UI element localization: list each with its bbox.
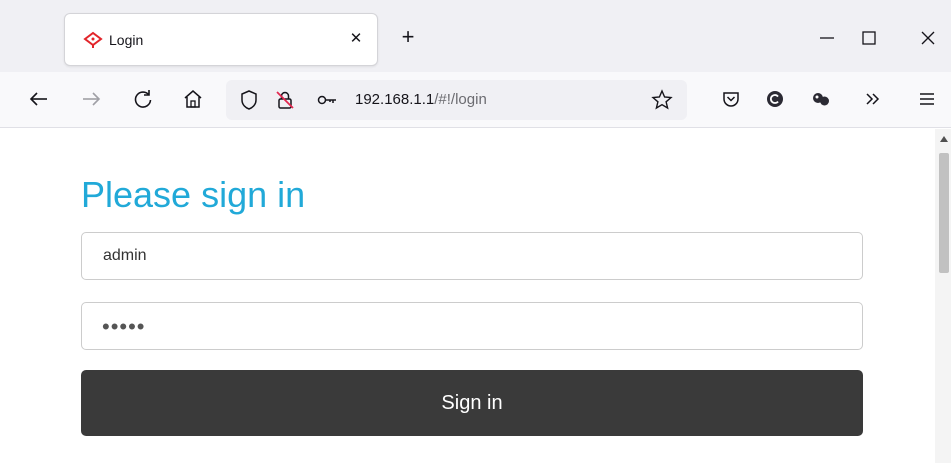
scroll-up-arrow-icon[interactable] (940, 136, 948, 142)
new-tab-icon[interactable]: + (397, 26, 419, 48)
extension-blob-icon[interactable] (808, 86, 834, 112)
insecure-lock-icon[interactable] (274, 89, 296, 111)
maximize-window-icon[interactable] (857, 26, 881, 50)
reload-icon[interactable] (130, 86, 156, 112)
tracking-protection-shield-icon[interactable] (238, 89, 260, 111)
url-text[interactable]: 192.168.1.1/#!/login (355, 91, 487, 108)
scrollbar-thumb[interactable] (939, 153, 949, 273)
browser-tab-login[interactable]: Login ✕ (64, 13, 378, 66)
forward-arrow-icon[interactable] (78, 86, 104, 112)
close-window-icon[interactable] (916, 26, 940, 50)
password-masked-value: ••••• (102, 314, 146, 339)
tab-title: Login (109, 32, 144, 48)
key-icon[interactable] (316, 89, 338, 111)
back-arrow-icon[interactable] (26, 86, 52, 112)
password-field[interactable] (81, 302, 863, 350)
extension-c-icon[interactable] (762, 86, 788, 112)
tab-strip: Login ✕ + (0, 0, 951, 72)
navigation-toolbar: 192.168.1.1/#!/login (0, 72, 951, 128)
url-path: /#!/login (434, 91, 487, 108)
sign-in-button[interactable]: Sign in (81, 370, 863, 436)
bookmark-star-icon[interactable] (651, 89, 673, 111)
more-tools-chevron-icon[interactable] (860, 86, 886, 112)
page-title: Please sign in (81, 174, 306, 215)
menu-hamburger-icon[interactable] (914, 86, 940, 112)
username-field[interactable] (81, 232, 863, 280)
address-bar[interactable]: 192.168.1.1/#!/login (226, 80, 687, 120)
url-host: 192.168.1.1 (355, 91, 435, 108)
home-icon[interactable] (180, 86, 206, 112)
pocket-icon[interactable] (718, 86, 744, 112)
tab-close-icon[interactable]: ✕ (345, 28, 367, 50)
router-favicon-icon (83, 31, 103, 48)
minimize-window-icon[interactable] (815, 26, 839, 50)
